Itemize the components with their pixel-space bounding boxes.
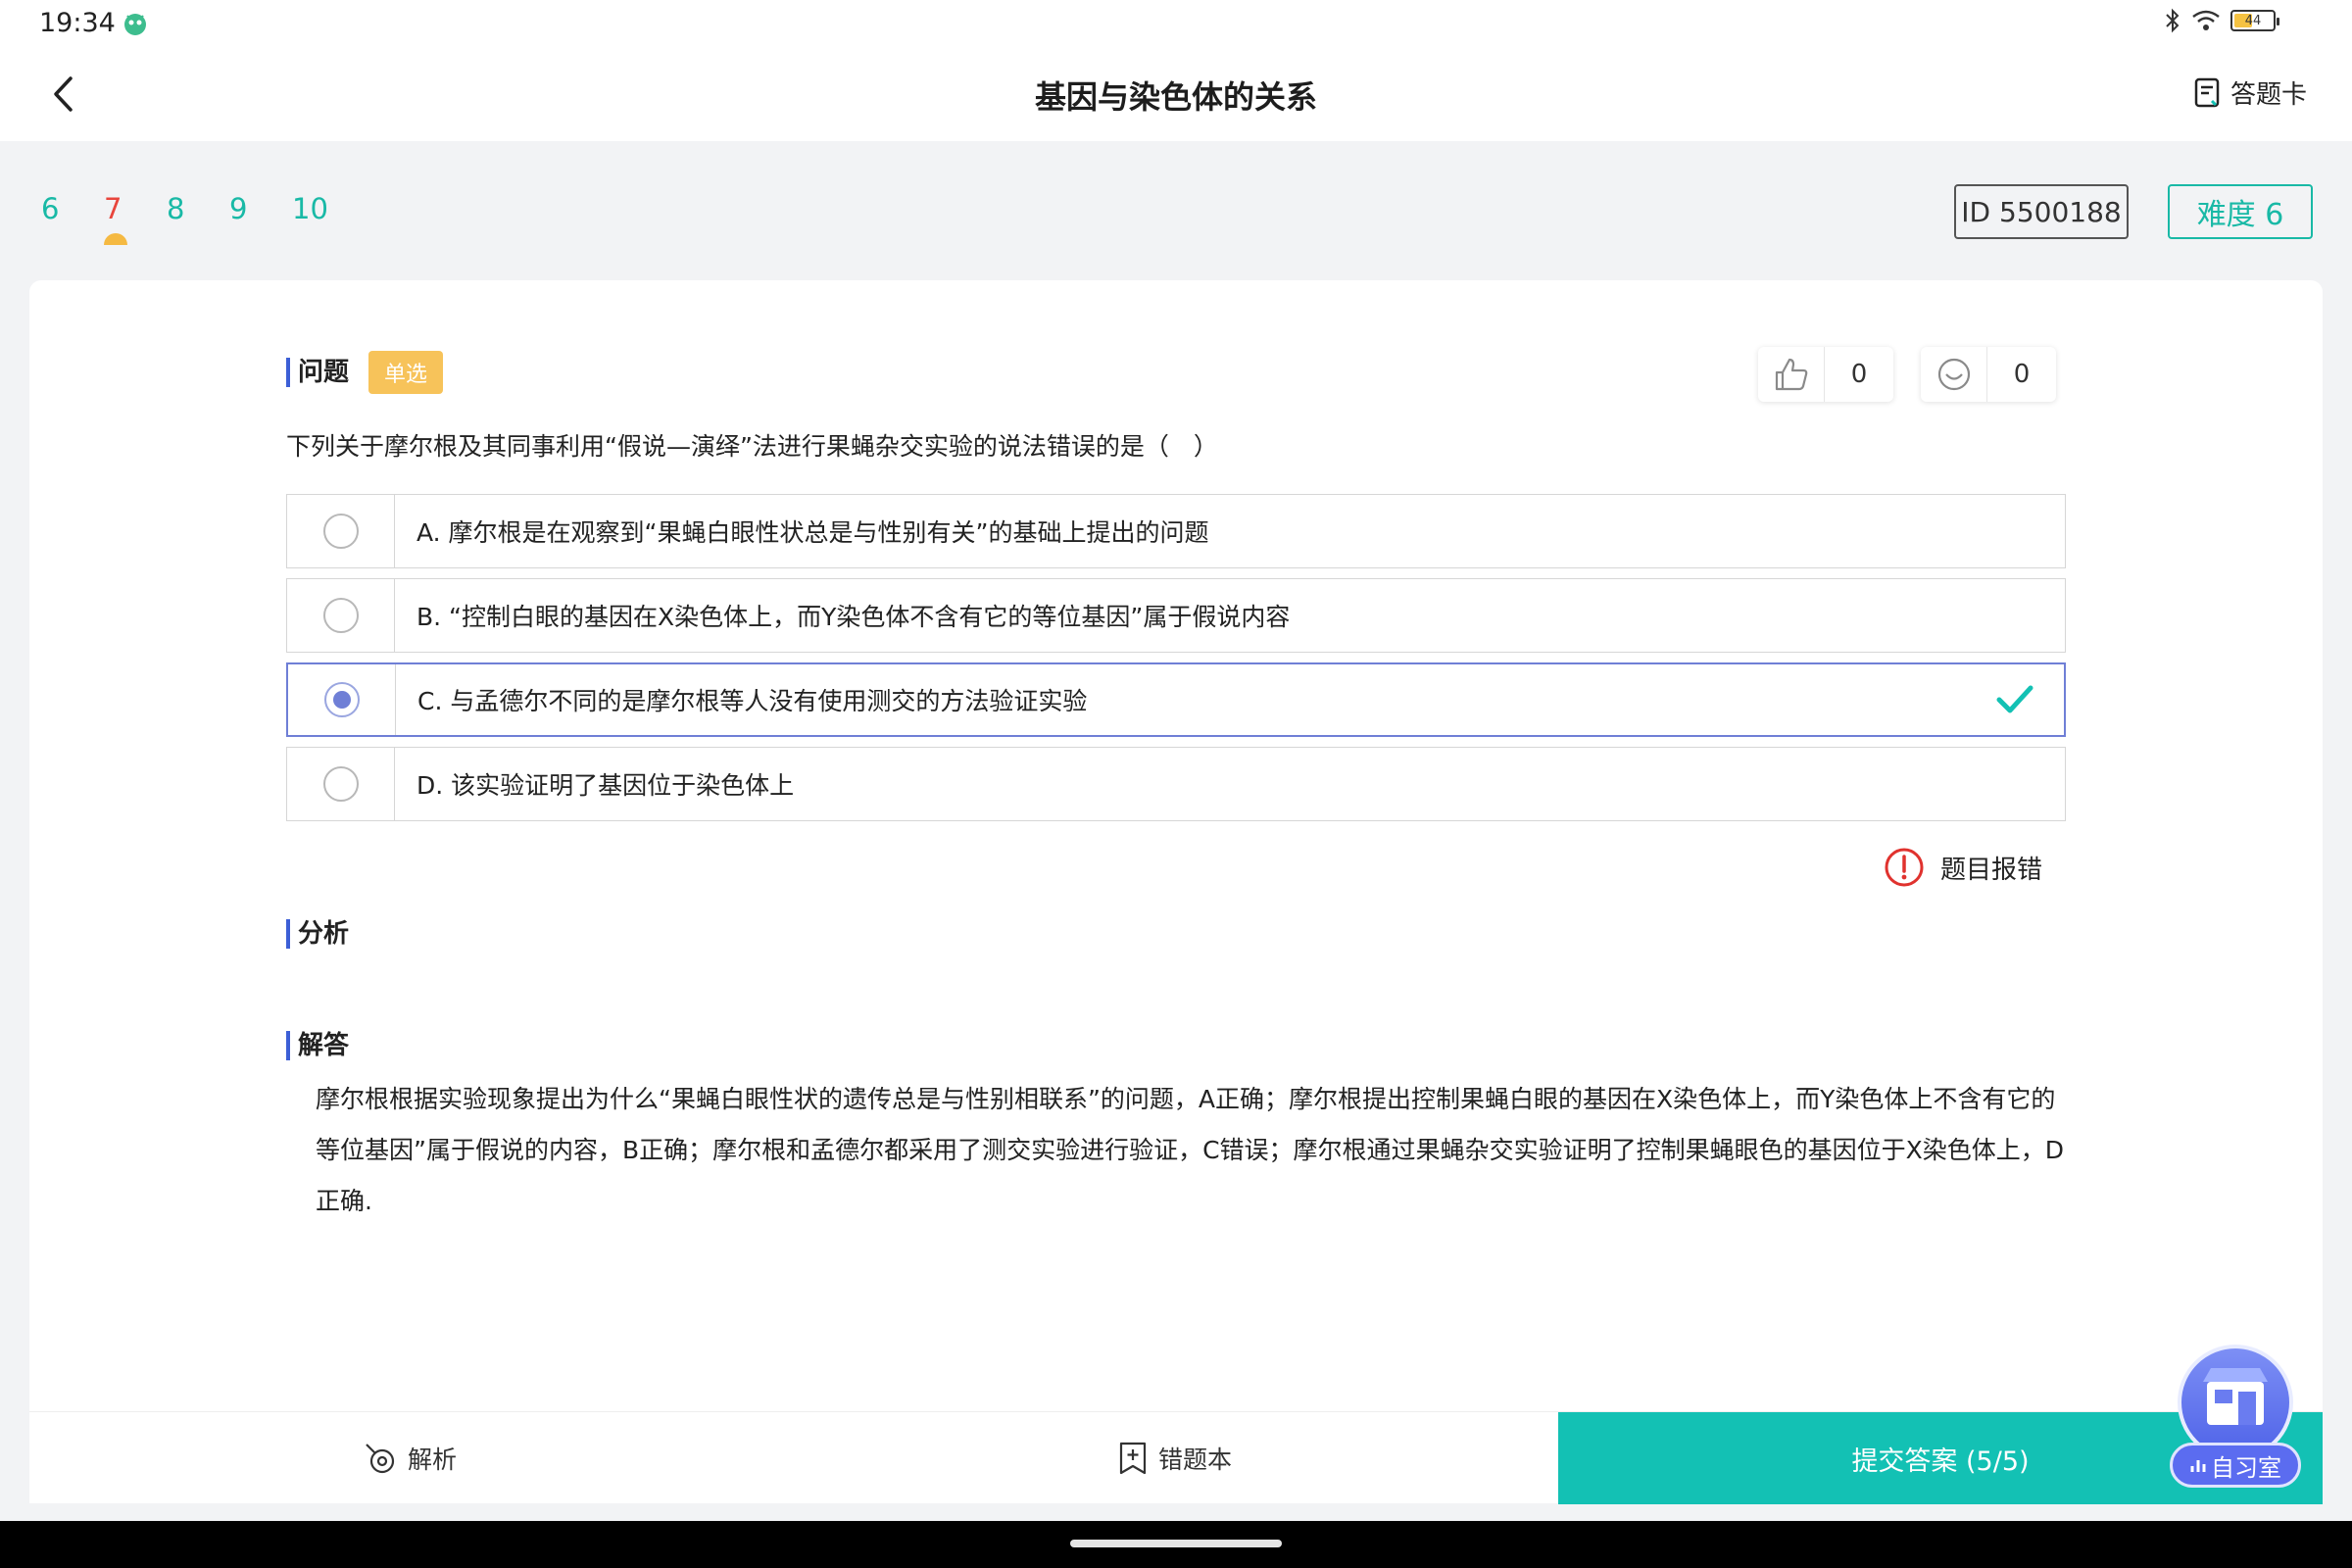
analysis-icon [366,1444,395,1474]
report-error-button[interactable]: 题目报错 [1884,847,2042,888]
answer-card-button[interactable]: 答题卡 [2193,74,2307,111]
wrongbook-button[interactable]: 错题本 [1117,1412,1232,1504]
analysis-button-label: 解析 [408,1446,458,1474]
solution-section-header: 解答 [286,1031,349,1060]
question-id-badge: ID 5500188 [1954,184,2129,239]
solution-section-label: 解答 [286,1031,349,1060]
radio-a[interactable] [322,514,359,549]
question-number-10[interactable]: 10 [290,192,353,225]
system-nav-bar [0,1521,2352,1568]
question-nav: 6 7 8 9 10 ID 5500188 难度 6 [0,141,2352,278]
app-notification-icon [124,14,146,35]
difficulty-badge: 难度 6 [2168,184,2313,239]
option-a[interactable]: A. 摩尔根是在观察到“果蝇白眼性状总是与性别有关”的基础上提出的问题 [286,494,2066,568]
question-number-9[interactable]: 9 [227,192,290,225]
question-section-header: 问题 单选 [286,351,444,394]
battery-icon: 44 [2230,10,2279,31]
bluetooth-icon [2166,8,2180,33]
question-number-6[interactable]: 6 [39,192,102,225]
option-a-text: A. 摩尔根是在观察到“果蝇白眼性状总是与性别有关”的基础上提出的问题 [416,518,1209,547]
answer-card-icon [2194,77,2220,107]
question-number-list: 6 7 8 9 10 [39,192,353,245]
analysis-section-header: 分析 [286,919,349,949]
smile-icon [1937,358,1970,391]
option-b[interactable]: B. “控制白眼的基因在X染色体上，而Y染色体不含有它的等位基因”属于假说内容 [286,578,2066,653]
question-number-7[interactable]: 7 [102,192,165,245]
option-c-text: C. 与孟德尔不同的是摩尔根等人没有使用测交的方法验证实验 [417,687,1088,715]
radio-d[interactable] [322,766,359,802]
storefront-icon [2203,1368,2268,1425]
bar-chart-icon [2190,1460,2206,1472]
option-d[interactable]: D. 该实验证明了基因位于染色体上 [286,747,2066,821]
current-indicator [104,233,127,245]
wifi-icon [2192,10,2220,30]
option-c[interactable]: C. 与孟德尔不同的是摩尔根等人没有使用测交的方法验证实验 [286,662,2066,737]
status-time: 19:34 [39,8,116,38]
question-section-label: 问题 [286,358,349,387]
checkmark-icon [1996,685,2034,713]
solution-text: 摩尔根根据实验现象提出为什么“果蝇白眼性状的遗传总是与性别相联系”的问题，A正确… [316,1085,2064,1215]
smile-button[interactable]: 0 [1921,347,2056,402]
study-room-pill: 自习室 [2170,1443,2301,1488]
bookmark-plus-icon [1119,1442,1147,1475]
option-b-text: B. “控制白眼的基因在X染色体上，而Y染色体不含有它的等位基因”属于假说内容 [416,603,1291,631]
question-number-8[interactable]: 8 [165,192,227,225]
status-bar: 19:34 44 [0,0,2352,49]
radio-b[interactable] [322,598,359,633]
radio-c[interactable] [323,682,360,717]
page-title: 基因与染色体的关系 [1034,78,1317,116]
home-indicator[interactable] [1070,1540,1282,1547]
smile-count: 0 [2013,360,2031,389]
study-room-button[interactable]: 自习室 [2170,1345,2301,1492]
report-error-label: 题目报错 [1940,855,2043,885]
like-button[interactable]: 0 [1758,347,1893,402]
answer-card-label: 答题卡 [2230,80,2307,110]
system-icons: 44 [2164,8,2279,33]
option-list: A. 摩尔根是在观察到“果蝇白眼性状总是与性别有关”的基础上提出的问题 B. “… [286,494,2066,831]
option-d-text: D. 该实验证明了基因位于染色体上 [416,771,795,800]
study-room-label: 自习室 [2211,1453,2281,1482]
question-type-badge: 单选 [368,351,444,394]
analysis-button[interactable]: 解析 [363,1412,457,1504]
analysis-section-label: 分析 [286,919,349,949]
question-card: 问题 单选 0 0 下列关于摩尔根及其同事利用“假说—演绎”法进行果蝇杂交实验的… [29,280,2323,1503]
bottom-action-bar: 解析 错题本 提交答案 (5/5) [29,1411,2323,1504]
app-header: 基因与染色体的关系 答题卡 [0,49,2352,141]
question-stem: 下列关于摩尔根及其同事利用“假说—演绎”法进行果蝇杂交实验的说法错误的是（ ） [286,432,1218,461]
like-count: 0 [1850,360,1868,389]
warning-icon [1885,848,1924,887]
thumbs-up-icon [1775,358,1807,391]
reactions: 0 0 [1758,347,2056,402]
wrongbook-button-label: 错题本 [1158,1446,1233,1474]
